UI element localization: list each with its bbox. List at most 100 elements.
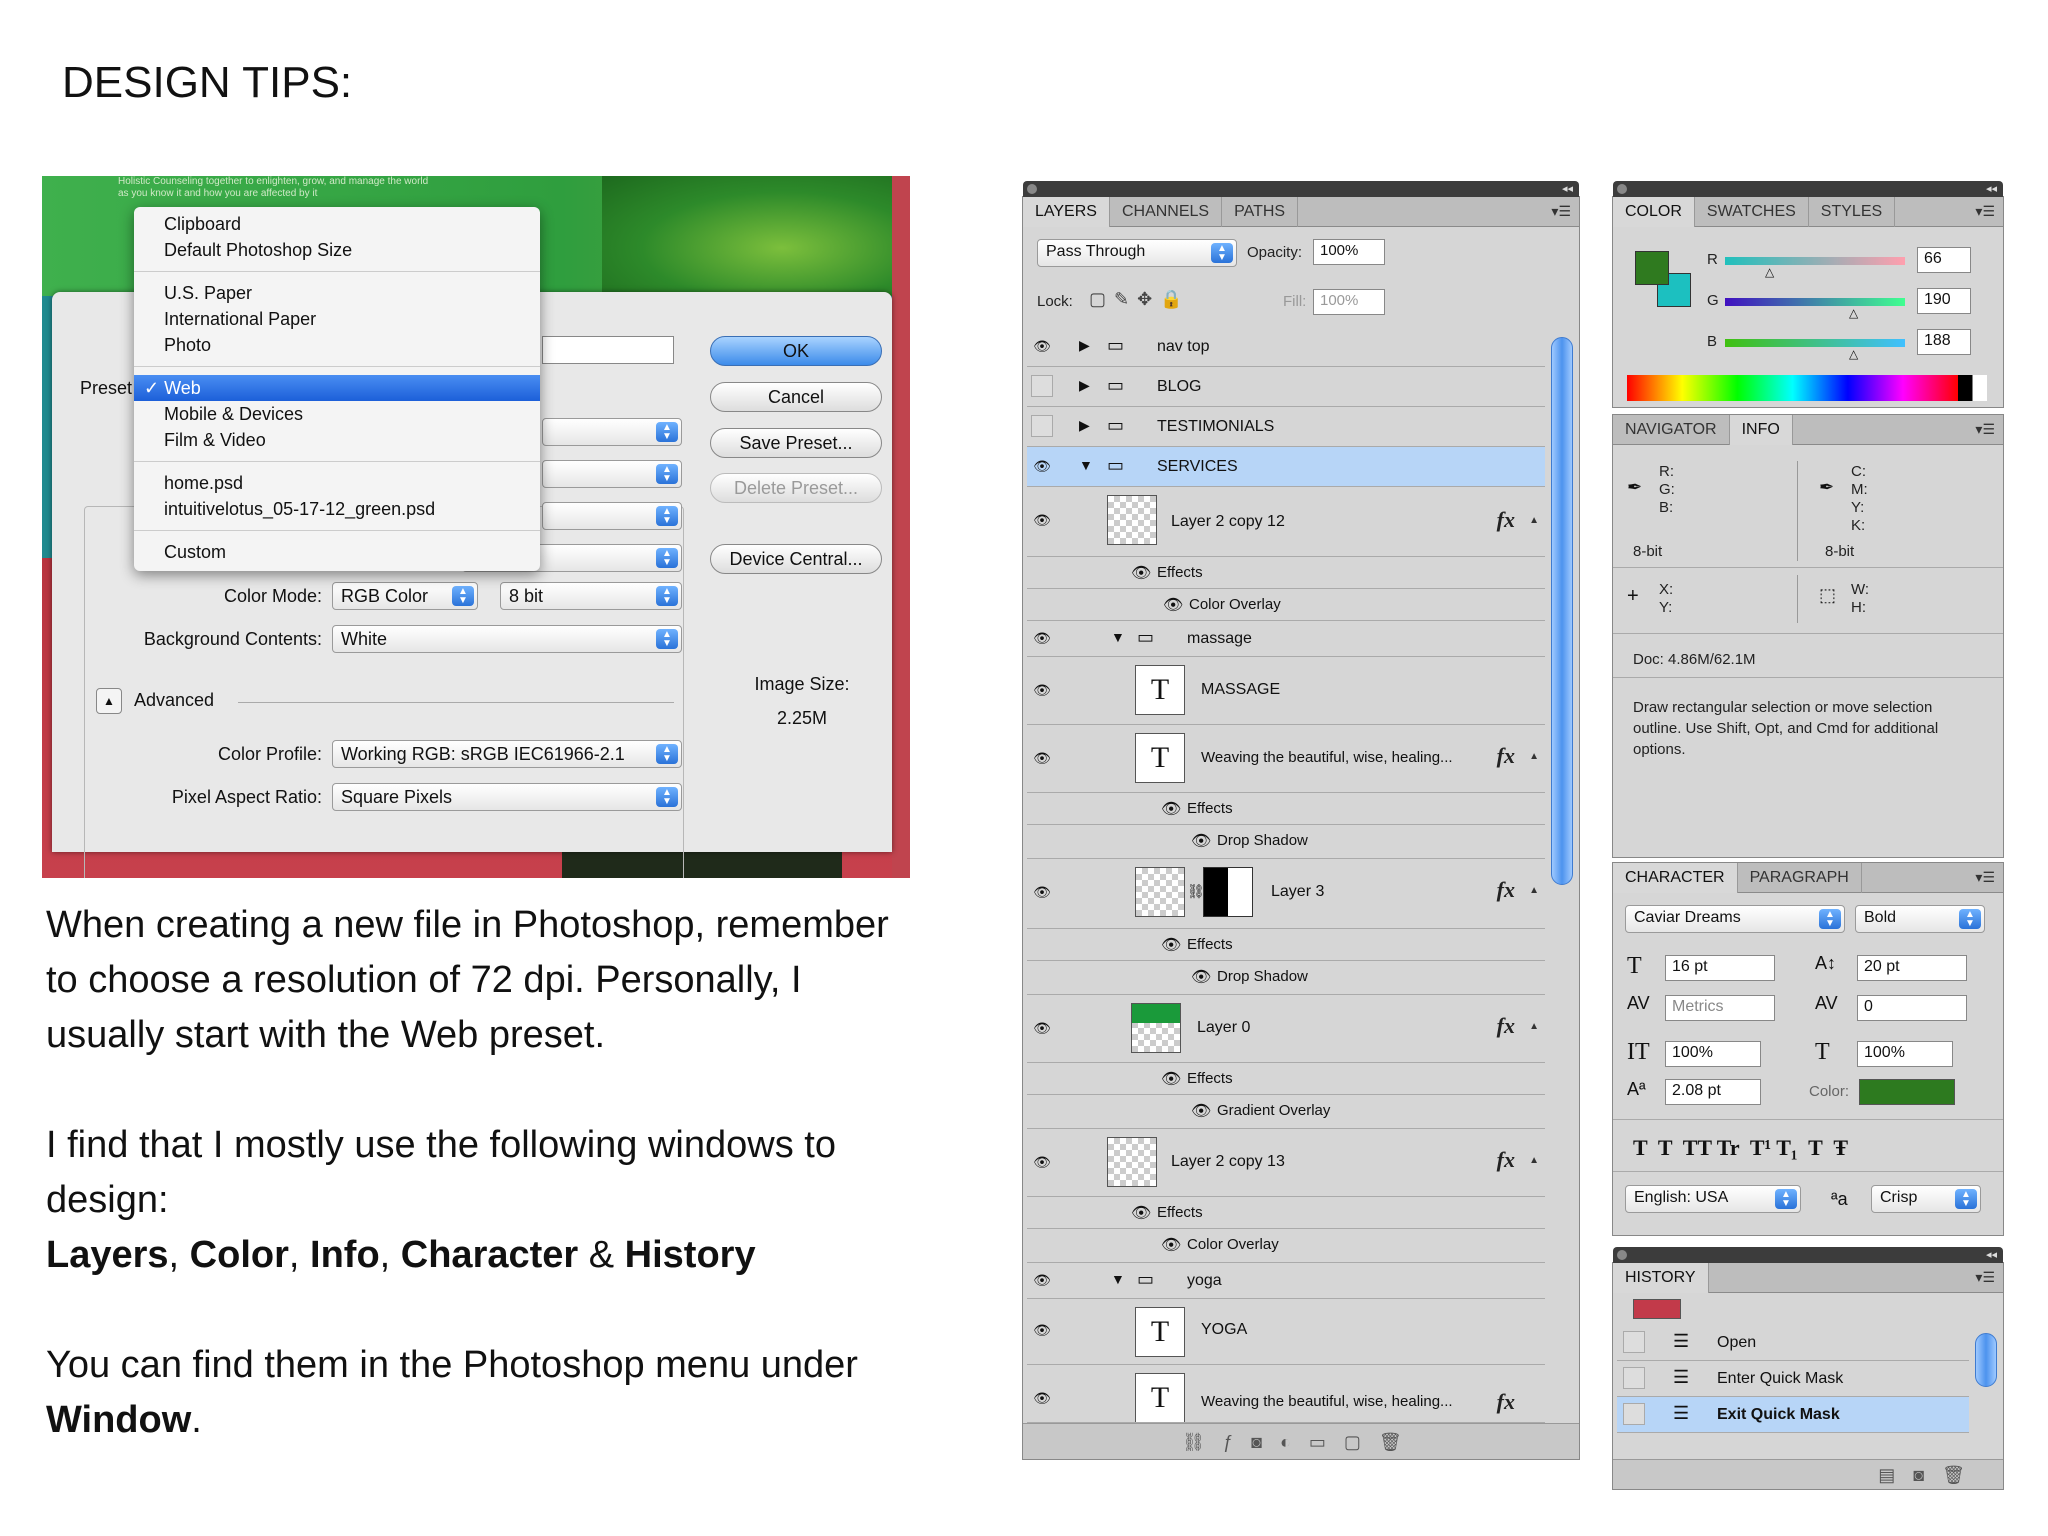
effects-row[interactable]: 👁 Effects [1027, 1197, 1545, 1229]
fill-field[interactable]: 100% [1313, 289, 1385, 315]
device-central-button[interactable]: Device Central... [710, 544, 882, 574]
collapse-icon[interactable]: ◂◂ [1986, 1248, 1997, 1261]
close-icon[interactable] [1617, 1250, 1627, 1260]
tab-character[interactable]: CHARACTER [1613, 863, 1738, 893]
tab-history[interactable]: HISTORY [1613, 1263, 1709, 1293]
layer-row-nav-top[interactable]: 👁 ▶ ▭ nav top [1027, 327, 1545, 367]
layers-scrollbar[interactable] [1551, 337, 1573, 885]
visibility-eye-icon[interactable]: 👁 [1031, 455, 1053, 477]
fx-icon[interactable]: fx [1497, 507, 1515, 533]
g-value[interactable]: 190 [1917, 288, 1971, 314]
eye-icon[interactable]: 👁 [1191, 1101, 1211, 1121]
layer-row-testimonials[interactable]: ▶ ▭ TESTIMONIALS [1027, 407, 1545, 447]
history-item-enter-quick-mask[interactable]: ☰ Enter Quick Mask [1617, 1361, 1969, 1397]
menu-item-default-size[interactable]: Default Photoshop Size [134, 237, 540, 263]
layer-row-massage-group[interactable]: 👁 ▼ ▭ massage [1027, 621, 1545, 657]
visibility-eye-icon[interactable]: 👁 [1031, 509, 1053, 531]
panel-menu-icon[interactable]: ▾☰ [1975, 421, 1995, 438]
source-checkbox[interactable] [1623, 1367, 1645, 1389]
fx-icon[interactable]: fx [1497, 743, 1515, 769]
caret-icon[interactable]: ▲ [1529, 515, 1539, 526]
pixel-aspect-select[interactable]: Square Pixels ▲ ▼ [332, 783, 682, 811]
tab-swatches[interactable]: SWATCHES [1695, 197, 1809, 227]
visibility-eye-icon[interactable]: 👁 [1031, 627, 1053, 649]
tab-color[interactable]: COLOR [1613, 197, 1695, 227]
layer-row-services[interactable]: 👁 ▼ ▭ SERVICES [1027, 447, 1545, 487]
tab-paragraph[interactable]: PARAGRAPH [1738, 863, 1862, 893]
panel-menu-icon[interactable]: ▾☰ [1975, 1269, 1995, 1286]
fx-icon[interactable]: fx [1497, 1147, 1515, 1173]
layer-row-weaving-2[interactable]: 👁 T Weaving the beautiful, wise, healing… [1027, 1365, 1545, 1423]
tab-paths[interactable]: PATHS [1222, 197, 1299, 227]
menu-item-web[interactable]: ✓ Web [134, 375, 540, 401]
advanced-toggle-icon[interactable]: ▲ [96, 688, 122, 714]
expand-arrow-icon[interactable]: ▶ [1079, 417, 1090, 434]
layer-row-yoga-group[interactable]: 👁 ▼ ▭ yoga [1027, 1263, 1545, 1299]
language-select[interactable]: English: USA ▲ ▼ [1625, 1185, 1801, 1213]
source-checkbox[interactable] [1623, 1403, 1645, 1425]
font-family-select[interactable]: Caviar Dreams ▲ ▼ [1625, 905, 1845, 933]
tab-info[interactable]: INFO [1729, 415, 1793, 445]
r-slider-thumb[interactable]: △ [1765, 265, 1774, 279]
layer-row-layer2-copy12[interactable]: 👁 Layer 2 copy 12 fx ▲ [1027, 487, 1545, 557]
effect-drop-shadow-row[interactable]: 👁 Drop Shadow [1027, 825, 1545, 859]
tab-navigator[interactable]: NAVIGATOR [1613, 415, 1730, 445]
font-style-select[interactable]: Bold ▲ ▼ [1855, 905, 1985, 933]
layer-row-layer2-copy13[interactable]: 👁 Layer 2 copy 13 fx ▲ [1027, 1129, 1545, 1197]
visibility-box[interactable] [1031, 415, 1053, 437]
layer-row-layer0[interactable]: 👁 Layer 0 fx ▲ [1027, 995, 1545, 1063]
fx-icon[interactable]: fx [1497, 1389, 1515, 1415]
visibility-box[interactable] [1031, 375, 1053, 397]
visibility-eye-icon[interactable]: 👁 [1031, 747, 1053, 769]
color-spectrum-bar[interactable] [1627, 375, 1987, 401]
collapse-arrow-icon[interactable]: ▼ [1079, 457, 1093, 473]
tracking-field[interactable]: 0 [1857, 995, 1967, 1021]
cancel-button[interactable]: Cancel [710, 382, 882, 412]
color-profile-select[interactable]: Working RGB: sRGB IEC61966-2.1 ▲ ▼ [332, 740, 682, 768]
effect-color-overlay-row[interactable]: 👁 Color Overlay [1027, 1229, 1545, 1263]
leading-field[interactable]: 20 pt [1857, 955, 1967, 981]
tab-channels[interactable]: CHANNELS [1110, 197, 1223, 227]
panel-menu-icon[interactable]: ▾☰ [1975, 869, 1995, 886]
menu-item-film-video[interactable]: Film & Video [134, 427, 540, 453]
eye-icon[interactable]: 👁 [1161, 935, 1181, 955]
eye-icon[interactable]: 👁 [1191, 831, 1211, 851]
caret-icon[interactable]: ▲ [1529, 1021, 1539, 1032]
history-item-exit-quick-mask[interactable]: ☰ Exit Quick Mask [1617, 1397, 1969, 1433]
effect-gradient-overlay-row[interactable]: 👁 Gradient Overlay [1027, 1095, 1545, 1129]
visibility-eye-icon[interactable]: 👁 [1031, 881, 1053, 903]
background-contents-select[interactable]: White ▲ ▼ [332, 625, 682, 653]
b-slider[interactable] [1725, 339, 1905, 347]
foreground-color-swatch[interactable] [1635, 251, 1669, 285]
menu-item-international-paper[interactable]: International Paper [134, 306, 540, 332]
close-icon[interactable] [1027, 184, 1037, 194]
effects-row[interactable]: 👁 Effects [1027, 793, 1545, 825]
menu-item-home-psd[interactable]: home.psd [134, 470, 540, 496]
effects-row[interactable]: 👁 Effects [1027, 1063, 1545, 1095]
eye-icon[interactable]: 👁 [1163, 595, 1183, 615]
history-item-open[interactable]: ☰ Open [1617, 1325, 1969, 1361]
ok-button[interactable]: OK [710, 336, 882, 366]
eye-icon[interactable]: 👁 [1161, 799, 1181, 819]
caret-icon[interactable]: ▲ [1529, 751, 1539, 762]
history-scrollbar[interactable] [1975, 1333, 1997, 1387]
visibility-eye-icon[interactable]: 👁 [1031, 335, 1053, 357]
history-bottom-toolbar[interactable]: ▤◙🗑 [1613, 1459, 2003, 1489]
eye-icon[interactable]: 👁 [1161, 1069, 1181, 1089]
text-color-swatch[interactable] [1859, 1079, 1955, 1105]
vertical-scale-field[interactable]: 100% [1665, 1041, 1761, 1067]
expand-arrow-icon[interactable]: ▶ [1079, 377, 1090, 394]
menu-item-photo[interactable]: Photo [134, 332, 540, 358]
text-style-buttons[interactable]: T T TT Tr T¹ T₁ T Ŧ [1633, 1135, 1848, 1161]
snapshot-thumbnail[interactable] [1633, 1299, 1681, 1319]
blend-mode-select[interactable]: Pass Through ▲ ▼ [1037, 239, 1237, 267]
visibility-eye-icon[interactable]: 👁 [1031, 1269, 1053, 1291]
effects-row[interactable]: 👁 Effects [1027, 929, 1545, 961]
name-field[interactable] [542, 336, 674, 364]
hidden-select-1[interactable]: ▲ ▼ [542, 418, 682, 446]
visibility-eye-icon[interactable]: 👁 [1031, 1151, 1053, 1173]
layer-row-yoga-text[interactable]: 👁 T YOGA [1027, 1299, 1545, 1365]
b-value[interactable]: 188 [1917, 329, 1971, 355]
opacity-field[interactable]: 100% [1313, 239, 1385, 265]
b-slider-thumb[interactable]: △ [1849, 347, 1858, 361]
